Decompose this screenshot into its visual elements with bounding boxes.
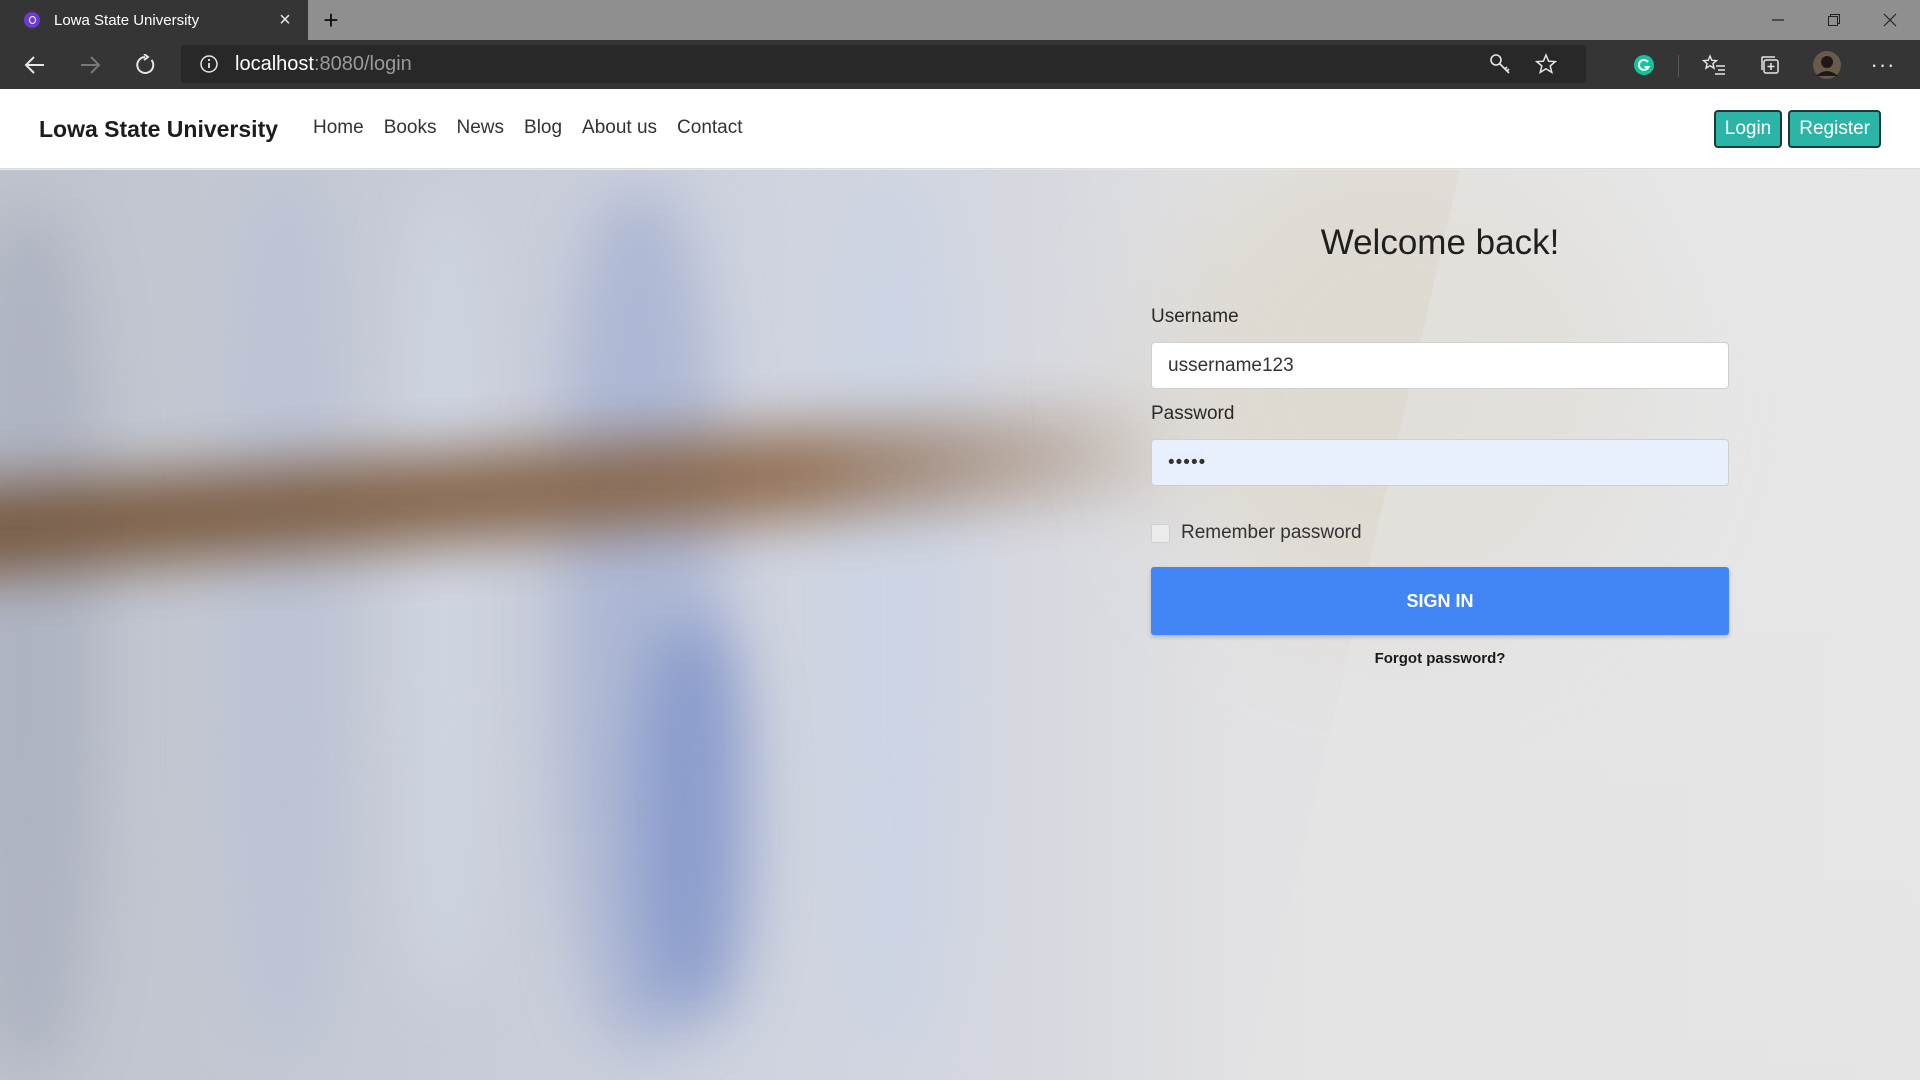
- tab-title: Lowa State University: [54, 11, 200, 29]
- background-blur: [230, 170, 340, 1050]
- site-navbar: Lowa State University Home Books News Bl…: [0, 89, 1920, 169]
- register-button[interactable]: Register: [1788, 110, 1881, 148]
- nav-link-blog[interactable]: Blog: [524, 117, 562, 139]
- remember-password-checkbox[interactable]: [1151, 523, 1170, 543]
- address-bar[interactable]: localhost:8080/login: [181, 45, 1586, 83]
- site-info-icon[interactable]: [191, 46, 227, 82]
- site-favicon-icon: [24, 12, 40, 28]
- background-blur: [400, 190, 490, 990]
- login-button[interactable]: Login: [1713, 110, 1783, 148]
- forgot-password-link[interactable]: Forgot password?: [1151, 650, 1729, 667]
- background-blur: [640, 620, 750, 1020]
- background-blur: [0, 210, 100, 1070]
- restore-icon: [1828, 14, 1840, 26]
- collections-icon[interactable]: [1753, 48, 1787, 82]
- background-blur: [820, 170, 970, 1050]
- window-minimize-button[interactable]: [1750, 0, 1806, 40]
- browser-toolbar: localhost:8080/login ···: [0, 40, 1920, 89]
- new-tab-button[interactable]: +: [316, 5, 346, 35]
- back-button[interactable]: [17, 47, 53, 83]
- window-close-button[interactable]: [1862, 0, 1918, 40]
- forward-button[interactable]: [72, 47, 108, 83]
- minimize-icon: [1772, 19, 1784, 21]
- reload-button[interactable]: [127, 47, 163, 83]
- remember-password-label: Remember password: [1181, 522, 1362, 543]
- password-field[interactable]: •••••: [1151, 439, 1729, 486]
- profile-avatar[interactable]: [1810, 48, 1844, 82]
- url-text: localhost:8080/login: [235, 53, 412, 76]
- browser-tab-active[interactable]: Lowa State University ×: [0, 0, 308, 40]
- login-title: Welcome back!: [1320, 223, 1560, 262]
- browser-tabstrip: Lowa State University × +: [0, 0, 1920, 40]
- arrow-left-icon: [24, 56, 44, 74]
- nav-link-contact[interactable]: Contact: [677, 117, 742, 139]
- favorite-star-icon[interactable]: [1530, 48, 1562, 80]
- web-page: Lowa State University Home Books News Bl…: [0, 89, 1920, 1080]
- site-brand[interactable]: Lowa State University: [39, 116, 278, 143]
- nav-links: Home Books News Blog About us Contact: [313, 117, 763, 139]
- nav-link-news[interactable]: News: [457, 117, 505, 139]
- nav-link-books[interactable]: Books: [384, 117, 437, 139]
- tab-close-icon[interactable]: ×: [274, 9, 296, 31]
- password-label: Password: [1151, 403, 1235, 424]
- favorites-icon[interactable]: [1697, 48, 1731, 82]
- window-restore-button[interactable]: [1806, 0, 1862, 40]
- url-host: localhost: [235, 52, 314, 75]
- hero-section: Welcome back! Username ussername123 Pass…: [0, 170, 1920, 1080]
- username-label: Username: [1151, 306, 1239, 327]
- close-icon: [1883, 13, 1897, 27]
- more-menu-icon[interactable]: ···: [1866, 48, 1900, 82]
- nav-link-home[interactable]: Home: [313, 117, 364, 139]
- url-path: :8080/login: [313, 52, 412, 75]
- grammarly-extension-icon[interactable]: [1627, 48, 1661, 82]
- reload-icon: [136, 54, 155, 74]
- arrow-right-icon: [81, 56, 101, 74]
- key-icon[interactable]: [1484, 48, 1516, 80]
- username-field[interactable]: ussername123: [1151, 342, 1729, 389]
- remember-password-toggle[interactable]: Remember password: [1151, 522, 1362, 544]
- nav-actions: Login Register: [1713, 110, 1881, 148]
- toolbar-separator: [1678, 55, 1679, 77]
- sign-in-button[interactable]: SIGN IN: [1151, 567, 1729, 635]
- nav-link-about-us[interactable]: About us: [582, 117, 657, 139]
